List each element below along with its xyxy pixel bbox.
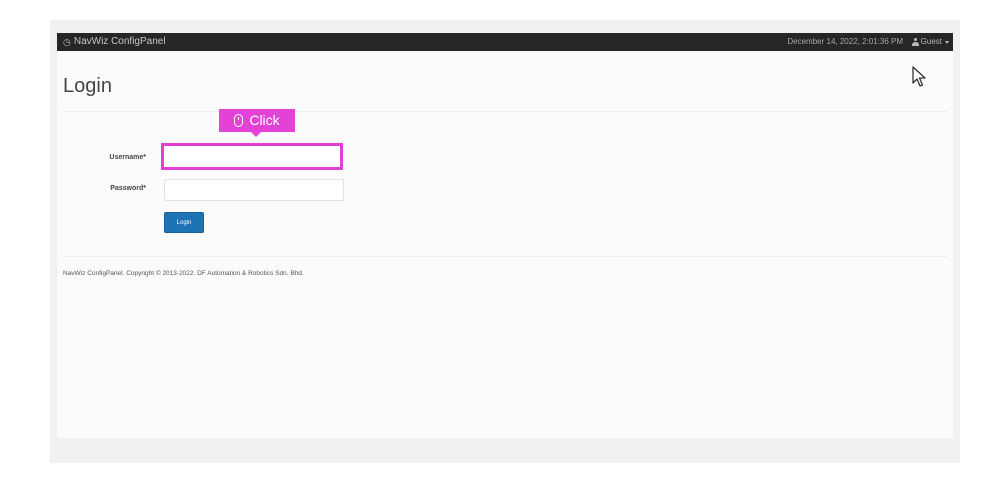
page-title: Login [63,75,112,97]
top-navbar: ◷ NavWiz ConfigPanel December 14, 2022, … [57,33,953,51]
password-label: Password* [110,185,146,192]
app-window: ◷ NavWiz ConfigPanel December 14, 2022, … [50,20,960,463]
form-divider [63,256,947,257]
navbar-datetime: December 14, 2022, 2:01:36 PM [787,37,903,46]
user-menu[interactable]: Guest [911,33,949,51]
password-input[interactable] [164,179,344,201]
mouse-icon [234,114,244,127]
footer-copyright: NavWiz ConfigPanel. Copyright © 2013-202… [63,270,304,277]
caret-down-icon [945,40,949,44]
tachometer-icon: ◷ [63,37,71,47]
brand-label: NavWiz ConfigPanel [73,36,166,47]
mouse-pointer-icon [912,66,926,87]
title-divider [63,111,947,112]
login-button[interactable]: Login [164,212,204,233]
username-input[interactable] [163,145,343,169]
main-content: Login Click Username* Password* Login Na… [57,51,953,438]
username-label: Username* [109,154,146,161]
click-annotation: Click [219,109,295,137]
user-icon [911,38,919,46]
click-annotation-label: Click [249,112,280,128]
user-menu-label: Guest [920,37,942,46]
navbar-brand[interactable]: ◷ NavWiz ConfigPanel [63,33,166,51]
